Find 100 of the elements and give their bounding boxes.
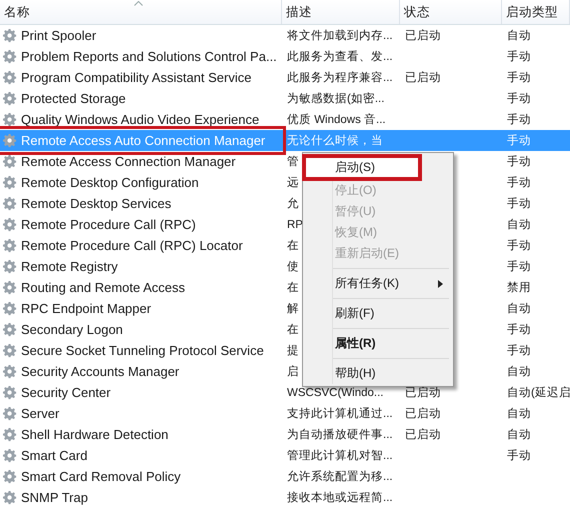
service-name[interactable]: Remote Registry [21,259,118,274]
service-name[interactable]: Print Spooler [21,28,96,43]
column-header[interactable]: 状态 [400,0,502,24]
service-name[interactable]: Security Accounts Manager [21,364,180,379]
description-cell-text: 无论什么时候，当 [287,134,383,148]
description-cell-text: 支持此计算机通过... [287,406,393,421]
description-cell: 允许系统配置为移... [287,469,393,484]
startup-type-cell-text: 自动 [507,406,531,421]
service-name[interactable]: Problem Reports and Solutions Control Pa... [21,49,277,64]
description-cell-text: 在 [287,280,299,295]
gear-icon [3,385,18,400]
startup-type-cell-text: 自动 [507,428,531,442]
column-header[interactable]: 启动类型 [502,0,570,24]
description-cell: RP [287,218,303,230]
description-cell-text: 提 [287,344,299,358]
description-cell-text: 允 [287,196,299,211]
gear-icon [3,322,18,337]
gear-icon [3,238,18,253]
description-cell-text: 使 [287,260,299,274]
gear-icon [3,133,18,148]
service-name[interactable]: SNMP Trap [21,490,88,505]
description-cell: WSCSVC(Windo... [287,386,384,398]
gear-icon [3,154,18,169]
column-header[interactable]: 描述 [282,0,400,24]
service-name[interactable]: Security Center [21,385,111,400]
service-name[interactable]: Smart Card [21,448,88,463]
gear-icon [3,406,18,421]
description-cell-text: 启 [287,364,299,379]
startup-type-cell: 手动 [507,343,531,358]
gear-icon [3,175,18,190]
gear-icon [3,70,18,85]
startup-type-cell: 手动 [507,238,531,253]
description-cell-text: 在 [287,238,299,253]
gear-icon [3,217,18,232]
description-cell-text: 远 [287,176,299,190]
gear-icon [3,469,18,484]
description-cell: 此服务为程序兼容... [287,70,393,85]
menu-item[interactable]: 刷新(F) [305,303,451,324]
gear-icon [3,427,18,442]
menu-item[interactable]: 所有任务(K) [305,273,451,294]
startup-type-cell-text: 自动 [507,364,531,379]
menu-item[interactable]: 启动(S) [305,157,419,178]
startup-type-cell-text: 自动(延迟启 [507,386,570,400]
service-name[interactable]: Shell Hardware Detection [21,427,168,442]
startup-type-cell-text: 自动 [507,218,531,232]
gear-icon [3,259,18,274]
startup-type-cell: 手动 [507,154,531,169]
service-name[interactable]: Server [21,406,60,421]
description-cell-text: 接收本地或远程简... [287,490,393,505]
gear-icon [3,49,18,64]
service-name[interactable]: Secure Socket Tunneling Protocol Service [21,343,264,358]
description-cell-text: 解 [287,302,299,316]
startup-type-cell: 手动 [507,133,531,148]
service-name[interactable]: Smart Card Removal Policy [21,469,181,484]
startup-type-cell: 手动 [507,175,531,190]
description-cell-text: 管 [287,154,299,169]
service-name[interactable]: Program Compatibility Assistant Service [21,70,252,85]
service-name[interactable]: Remote Procedure Call (RPC) [21,217,196,232]
gear-icon [3,280,18,295]
startup-type-cell-text: 自动 [507,302,531,316]
gear-icon [3,490,18,505]
gear-icon [3,364,18,379]
status-cell-text: 已启动 [405,406,441,421]
status-cell-text: 已启动 [405,70,441,85]
service-name[interactable]: Secondary Logon [21,322,123,337]
gear-icon [3,91,18,106]
gear-icon [3,343,18,358]
description-cell-text: 将文件加载到内存... [287,28,393,43]
service-name[interactable]: Remote Access Connection Manager [21,154,236,169]
gear-icon [3,112,18,127]
gear-icon [3,448,18,463]
service-name[interactable]: Remote Desktop Configuration [21,175,199,190]
service-name[interactable]: Quality Windows Audio Video Experience [21,112,260,127]
startup-type-cell: 手动 [507,196,531,211]
startup-type-cell-text: 禁用 [507,280,531,295]
description-cell: 为敏感数据(如密... [287,91,384,106]
service-name[interactable]: Remote Desktop Services [21,196,172,211]
description-cell: 优质 Windows 音... [287,112,386,127]
startup-type-cell-text: 自动 [507,28,531,43]
service-name[interactable]: Protected Storage [21,91,126,106]
startup-type-cell: 手动 [507,112,531,127]
gear-icon [3,196,18,211]
startup-type-cell: 手动 [507,448,531,463]
startup-type-cell: 手动 [507,49,531,64]
description-cell-text: 此服务为查看、发... [287,50,393,64]
service-name[interactable]: Routing and Remote Access [21,280,186,295]
description-cell-text: 在 [287,322,299,337]
startup-type-cell: 手动 [507,70,531,85]
startup-type-cell: 手动 [507,259,531,274]
column-header[interactable]: 名称 [0,0,282,24]
description-cell-text: 为自动播放硬件事... [287,428,393,442]
menu-item[interactable]: 属性(R) [305,333,451,354]
gear-icon [3,301,18,316]
startup-type-cell: 手动 [507,91,531,106]
service-name[interactable]: Remote Procedure Call (RPC) Locator [21,238,243,253]
service-name[interactable]: RPC Endpoint Mapper [21,301,152,316]
menu-item[interactable]: 帮助(H) [305,363,451,384]
description-cell-text: 管理此计算机对智... [287,448,393,463]
status-cell-text: 已启动 [405,386,441,400]
status-cell-text: 已启动 [405,428,441,442]
